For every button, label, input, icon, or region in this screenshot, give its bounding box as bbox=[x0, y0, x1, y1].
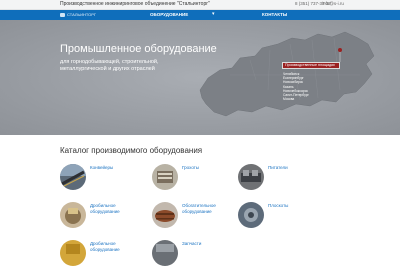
catalog-item-label-line[interactable]: оборудование bbox=[90, 247, 120, 253]
catalog-title: Каталог производимого оборудования bbox=[60, 146, 203, 155]
catalog-item-label-line[interactable]: Дробильное bbox=[90, 203, 120, 209]
catalog-item-label-line[interactable]: Плоскоты bbox=[268, 203, 288, 209]
catalog-item-spares[interactable]: Запчасти bbox=[152, 240, 237, 268]
crusher-image[interactable] bbox=[60, 240, 86, 266]
hero-subtitle-line: металлургической и других отраслей bbox=[60, 66, 155, 72]
catalog-item-label-line[interactable]: Конвейеры bbox=[90, 165, 113, 171]
catalog-item-label[interactable]: Конвейеры bbox=[90, 165, 113, 171]
russia-map bbox=[0, 20, 400, 135]
conveyor-image[interactable] bbox=[60, 164, 86, 190]
site-logo[interactable]: СТАЛЬИНТОРГ bbox=[60, 12, 97, 18]
catalog-item-crushing[interactable]: Дробильное оборудование bbox=[60, 202, 145, 230]
plate-image[interactable] bbox=[238, 202, 264, 228]
mill-image[interactable] bbox=[152, 202, 178, 228]
catalog-item-label-line[interactable]: оборудование bbox=[182, 209, 216, 215]
catalog-item-crushing-2[interactable]: Дробильное оборудование bbox=[60, 240, 145, 268]
hero-banner: Промышленное оборудование для горнодобыв… bbox=[0, 20, 400, 135]
hero-subtitle: для горнодобывающей, строительной, метал… bbox=[60, 59, 190, 73]
logo-text: СТАЛЬИНТОРГ bbox=[67, 12, 97, 17]
logo-icon bbox=[60, 13, 65, 17]
catalog-item-label[interactable]: Дробильное оборудование bbox=[90, 241, 120, 252]
catalog-item-label-line[interactable]: Питатели bbox=[268, 165, 288, 171]
email-link[interactable]: info@s-i.ru bbox=[322, 1, 344, 6]
catalog-item-label-line[interactable]: Дробильное bbox=[90, 241, 120, 247]
catalog-item-label[interactable]: Обогатительное оборудование bbox=[182, 203, 216, 214]
platforms-list: Челябинск Екатеринбург Новосибирск Казан… bbox=[283, 72, 309, 101]
top-info-bar: Производственное инжиниринговое объедине… bbox=[0, 0, 400, 10]
platform-item[interactable]: Москва bbox=[283, 97, 309, 101]
platforms-badge[interactable]: Производственные площадки bbox=[282, 62, 340, 69]
catalog-item-label-line[interactable]: Грохоты bbox=[182, 165, 199, 171]
catalog-item-label[interactable]: Питатели bbox=[268, 165, 288, 171]
screen-image[interactable] bbox=[152, 164, 178, 190]
catalog-item-screens[interactable]: Грохоты bbox=[152, 164, 237, 192]
company-title: Производственное инжиниринговое объедине… bbox=[60, 1, 210, 7]
catalog-item-label-line[interactable]: Запчасти bbox=[182, 241, 201, 247]
crusher-image[interactable] bbox=[60, 202, 86, 228]
map-marker bbox=[338, 48, 342, 52]
catalog-item-feeders[interactable]: Питатели bbox=[238, 164, 323, 192]
catalog-item-label-line[interactable]: оборудование bbox=[90, 209, 120, 215]
main-navbar: СТАЛЬИНТОРГ ОБОРУДОВАНИЕ ▾ КОНТАКТЫ bbox=[0, 10, 400, 20]
catalog-item-enrichment[interactable]: Обогатительное оборудование bbox=[152, 202, 237, 230]
catalog-item-label[interactable]: Плоскоты bbox=[268, 203, 288, 209]
chevron-down-icon[interactable]: ▾ bbox=[212, 11, 215, 17]
hero-subtitle-line: для горнодобывающей, строительной, bbox=[60, 59, 159, 65]
catalog-item-plates[interactable]: Плоскоты bbox=[238, 202, 323, 230]
nav-item-contacts[interactable]: КОНТАКТЫ bbox=[262, 12, 287, 17]
hero-title: Промышленное оборудование bbox=[60, 43, 217, 55]
nav-item-equipment[interactable]: ОБОРУДОВАНИЕ bbox=[150, 12, 188, 17]
catalog-item-label-line[interactable]: Обогатительное bbox=[182, 203, 216, 209]
catalog-item-label[interactable]: Дробильное оборудование bbox=[90, 203, 120, 214]
feeder-image[interactable] bbox=[238, 164, 264, 190]
catalog-item-label[interactable]: Запчасти bbox=[182, 241, 201, 247]
catalog-item-label[interactable]: Грохоты bbox=[182, 165, 199, 171]
spare-parts-image[interactable] bbox=[152, 240, 178, 266]
catalog-item-conveyors[interactable]: Конвейеры bbox=[60, 164, 145, 192]
